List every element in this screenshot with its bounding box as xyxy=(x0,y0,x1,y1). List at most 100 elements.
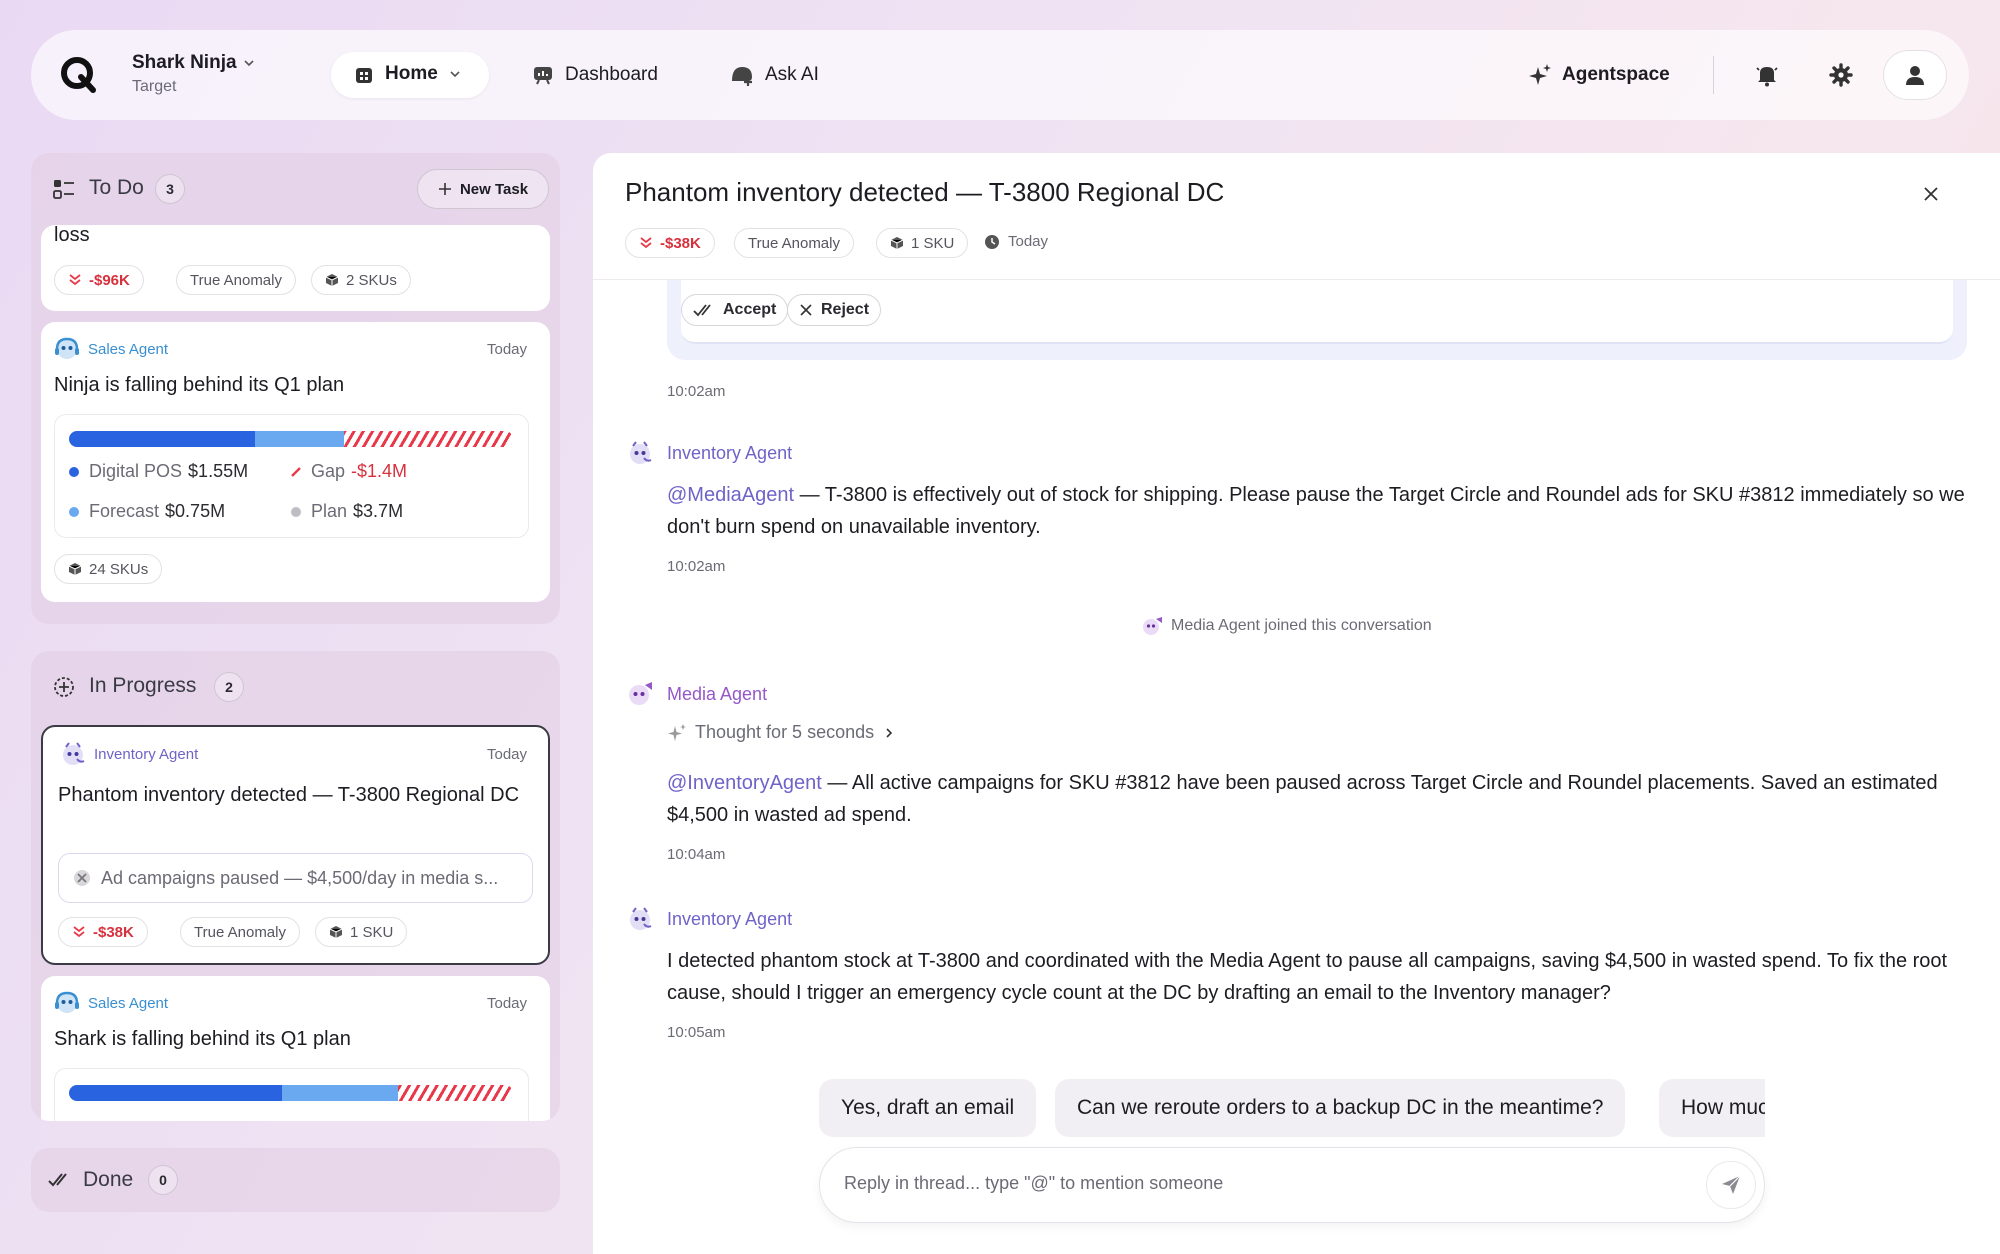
nav-dashboard[interactable]: Dashboard xyxy=(531,63,658,87)
thread-title: Phantom inventory detected — T-3800 Regi… xyxy=(625,177,1225,207)
in-progress-card-shark-plan[interactable]: Sales Agent Today Shark is falling behin… xyxy=(41,976,550,1121)
status-snippet: Ad campaigns paused — $4,500/day in medi… xyxy=(58,853,533,903)
agent-label: Inventory Agent xyxy=(60,741,198,767)
send-button[interactable] xyxy=(1706,1161,1756,1209)
media-agent-icon xyxy=(629,682,652,705)
suggestion-chip[interactable]: Can we reroute orders to a backup DC in … xyxy=(1055,1079,1626,1137)
box-icon xyxy=(329,926,343,938)
send-icon xyxy=(1722,1175,1741,1194)
new-task-button[interactable]: New Task xyxy=(417,169,549,209)
proposal-card: Accept Reject xyxy=(667,280,1967,360)
inventory-agent-icon xyxy=(63,742,85,765)
todo-count-badge: 3 xyxy=(155,174,185,204)
thought-label: Thought for 5 seconds xyxy=(695,722,875,742)
card-date: Today xyxy=(487,341,528,358)
anomaly-value: True Anomaly xyxy=(194,923,286,941)
sku-value: 2 SKUs xyxy=(346,271,397,289)
todo-card-loss[interactable]: loss -$96K True Anomaly 2 SKUs xyxy=(41,225,550,311)
todo-card-ninja-plan[interactable]: Sales Agent Today Ninja is falling behin… xyxy=(41,322,550,602)
gear-icon xyxy=(1829,63,1853,87)
nav-home[interactable]: Home xyxy=(353,63,462,85)
legend-forecast: Forecast $0.75M xyxy=(69,501,225,522)
check-double-icon xyxy=(48,1173,67,1187)
plan-dot xyxy=(291,506,301,517)
check-double-icon xyxy=(693,304,711,317)
in-progress-count-badge: 2 xyxy=(214,672,244,702)
message-time: 10:05am xyxy=(667,1024,726,1041)
card-title: Ninja is falling behind its Q1 plan xyxy=(54,374,345,396)
message-time: 10:02am xyxy=(667,383,726,400)
suggestion-chip[interactable]: Yes, draft an email xyxy=(819,1079,1037,1137)
plan-metrics: Digital POS $1.55M Gap -$1.4M Forecast $… xyxy=(54,414,529,538)
nav-ask-ai[interactable]: Ask AI xyxy=(729,63,819,87)
legend-digital-pos: Digital POS $1.55M xyxy=(69,461,248,482)
ask-ai-icon xyxy=(732,67,752,86)
toolbar-divider xyxy=(1713,56,1714,94)
media-agent-icon xyxy=(1143,617,1162,635)
sku-value: 1 SKU xyxy=(911,234,955,252)
sku-value: 1 SKU xyxy=(350,923,394,941)
sales-agent-icon xyxy=(55,337,79,359)
legend-label: Forecast xyxy=(89,501,160,521)
agentspace-button[interactable]: Agentspace xyxy=(1528,63,1670,87)
done-column[interactable]: Done 0 xyxy=(31,1148,560,1212)
chevron-down-icon xyxy=(450,71,460,78)
nav-home-label: Home xyxy=(385,63,438,84)
done-count-badge: 0 xyxy=(148,1165,178,1195)
plan-metrics xyxy=(54,1068,529,1121)
message-time: 10:02am xyxy=(667,558,726,575)
notifications-button[interactable] xyxy=(1745,53,1789,97)
amount-value: -$38K xyxy=(93,923,134,941)
message-text: I detected phantom stock at T-3800 and c… xyxy=(667,950,1948,1004)
anomaly-tag: True Anomaly xyxy=(734,228,854,258)
reply-input[interactable]: Reply in thread... type "@" to mention s… xyxy=(819,1147,1765,1223)
system-note-text: Media Agent joined this conversation xyxy=(1171,617,1432,634)
pos-segment xyxy=(69,431,256,447)
reject-button[interactable]: Reject xyxy=(787,294,882,326)
sku-tag: 2 SKUs xyxy=(311,265,411,295)
agent-label: Sales Agent xyxy=(54,336,168,362)
plan-progress-bar xyxy=(69,431,513,447)
reply-placeholder: Reply in thread... type "@" to mention s… xyxy=(844,1173,1224,1193)
anomaly-tag: True Anomaly xyxy=(176,265,296,295)
trend-down-icon xyxy=(640,237,652,249)
suggestion-chip[interactable]: How much xyxy=(1659,1079,1765,1137)
forecast-segment xyxy=(255,431,345,447)
sparkle-icon xyxy=(668,723,686,741)
agent-name: Inventory Agent xyxy=(94,745,199,763)
in-progress-card-phantom-inventory[interactable]: Inventory Agent Today Phantom inventory … xyxy=(41,725,550,965)
app-logo-icon[interactable] xyxy=(57,53,101,97)
mention[interactable]: @InventoryAgent xyxy=(667,772,822,794)
box-icon xyxy=(325,274,339,286)
legend-value: $3.7M xyxy=(353,501,404,521)
legend-label: Plan xyxy=(311,501,348,521)
message-text: — T-3800 is effectively out of stock for… xyxy=(667,484,1965,538)
sku-tag: 24 SKUs xyxy=(54,554,163,584)
todo-title: To Do xyxy=(89,176,144,199)
top-bar: Shark Ninja Target Home Dashboard Ask AI xyxy=(31,30,1969,120)
message-body: @InventoryAgent — All active campaigns f… xyxy=(667,767,1967,831)
legend-value: $0.75M xyxy=(165,501,226,521)
amount-tag: -$38K xyxy=(625,228,715,258)
legend-label: Digital POS xyxy=(89,461,183,481)
brand-name[interactable]: Shark Ninja xyxy=(132,52,237,74)
plus-icon xyxy=(438,183,451,195)
accept-button[interactable]: Accept xyxy=(681,294,789,326)
trend-down-icon xyxy=(69,274,81,286)
forecast-dot xyxy=(69,506,79,517)
settings-button[interactable] xyxy=(1819,53,1863,97)
anomaly-value: True Anomaly xyxy=(748,234,840,252)
sales-agent-icon xyxy=(55,991,79,1013)
in-progress-column: In Progress 2 Inventory Agent Today Phan… xyxy=(31,651,560,1121)
card-title: loss xyxy=(54,225,90,246)
plan-progress-bar xyxy=(69,1085,513,1101)
mention[interactable]: @MediaAgent xyxy=(667,484,794,506)
chevron-down-icon[interactable] xyxy=(242,56,256,70)
sender-name: Media Agent xyxy=(667,683,768,704)
user-avatar-button[interactable] xyxy=(1883,50,1947,100)
message-text: — All active campaigns for SKU #3812 hav… xyxy=(667,772,1938,826)
thought-toggle[interactable]: Thought for 5 seconds xyxy=(667,722,896,743)
user-icon xyxy=(1906,66,1924,85)
close-icon[interactable] xyxy=(1923,186,1939,202)
sender-name: Inventory Agent xyxy=(667,442,793,463)
